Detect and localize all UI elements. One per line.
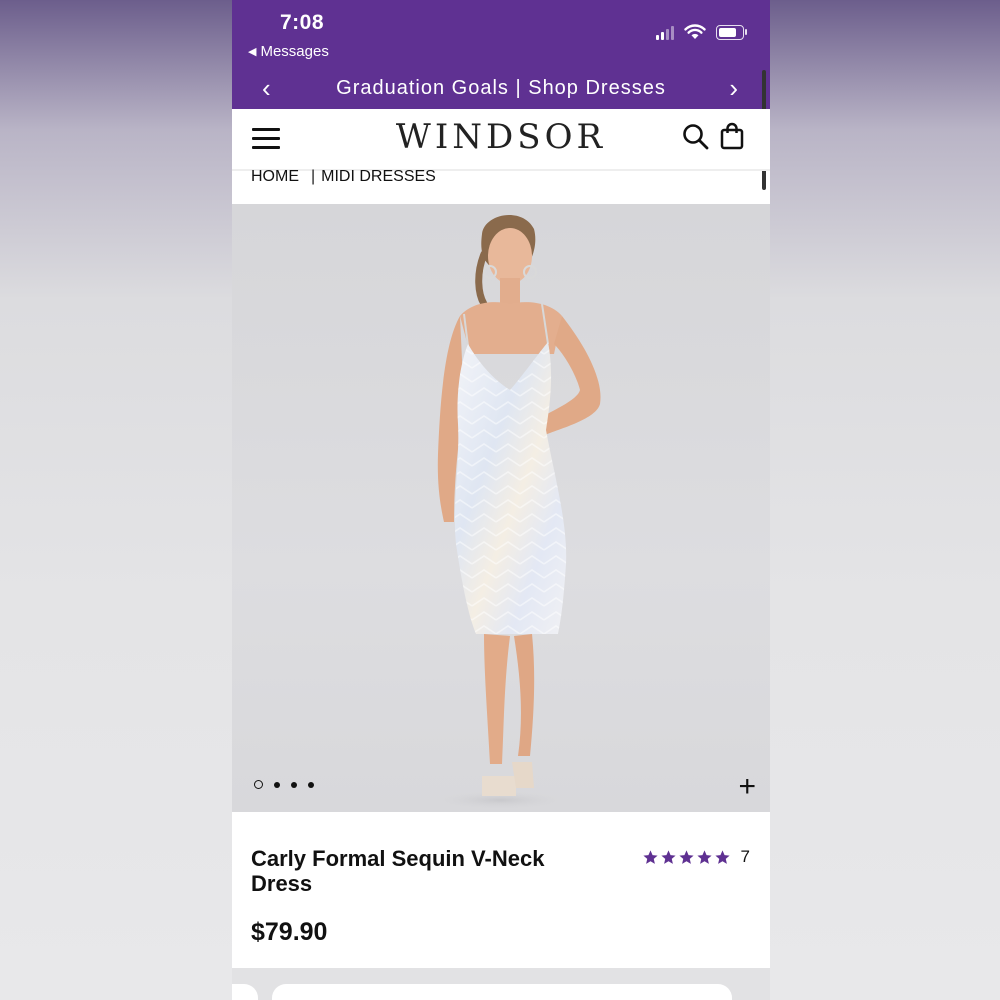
promo-text[interactable]: Graduation Goals | Shop Dresses xyxy=(336,77,666,100)
product-title: Carly Formal Sequin V-Neck Dress xyxy=(251,846,545,896)
promo-prev-arrow-icon[interactable]: ‹ xyxy=(262,70,271,106)
breadcrumb: HOME | MIDI DRESSES xyxy=(251,168,436,186)
cellular-signal-icon xyxy=(656,24,674,40)
star-icon xyxy=(678,849,694,864)
star-icon xyxy=(660,849,676,864)
star-icon xyxy=(714,849,730,864)
breadcrumb-home[interactable]: HOME xyxy=(251,168,299,186)
star-icon xyxy=(696,849,712,864)
search-icon[interactable] xyxy=(682,123,710,151)
site-header: WINDSOR xyxy=(232,109,770,171)
zoom-plus-icon[interactable]: + xyxy=(738,772,756,802)
gallery-dot-4[interactable] xyxy=(308,781,314,788)
breadcrumb-separator: | xyxy=(311,168,316,185)
product-image[interactable]: + xyxy=(232,204,770,812)
phone-screen: 7:08 ◀ Messages ‹ Graduation Goals | Sho… xyxy=(232,0,770,1000)
star-icon xyxy=(642,849,658,864)
gallery-dot-1[interactable] xyxy=(254,780,263,789)
breadcrumb-midi-dresses[interactable]: MIDI DRESSES xyxy=(321,168,436,186)
back-to-messages-link[interactable]: ◀ Messages xyxy=(248,43,329,60)
browser-address-bar[interactable] xyxy=(272,984,732,1000)
gallery-dot-2[interactable] xyxy=(274,781,280,788)
product-rating[interactable]: 7 xyxy=(642,847,750,867)
star-rating-icon xyxy=(642,849,731,866)
promo-banner[interactable]: ‹ Graduation Goals | Shop Dresses › xyxy=(232,70,770,106)
shopping-bag-icon[interactable] xyxy=(720,122,744,150)
wifi-icon xyxy=(684,24,706,39)
back-label: Messages xyxy=(260,43,329,60)
status-time: 7:08 xyxy=(280,11,325,34)
review-count: 7 xyxy=(740,847,750,866)
status-icons xyxy=(656,24,747,40)
back-triangle-icon: ◀ xyxy=(248,46,257,58)
product-price: $79.90 xyxy=(251,918,328,946)
model-in-dress-image xyxy=(430,215,601,810)
battery-icon xyxy=(716,24,747,40)
gallery-pagination xyxy=(254,780,314,789)
promo-next-arrow-icon[interactable]: › xyxy=(729,70,738,106)
gallery-dot-3[interactable] xyxy=(291,781,297,788)
top-bar: 7:08 ◀ Messages ‹ Graduation Goals | Sho… xyxy=(232,0,770,109)
